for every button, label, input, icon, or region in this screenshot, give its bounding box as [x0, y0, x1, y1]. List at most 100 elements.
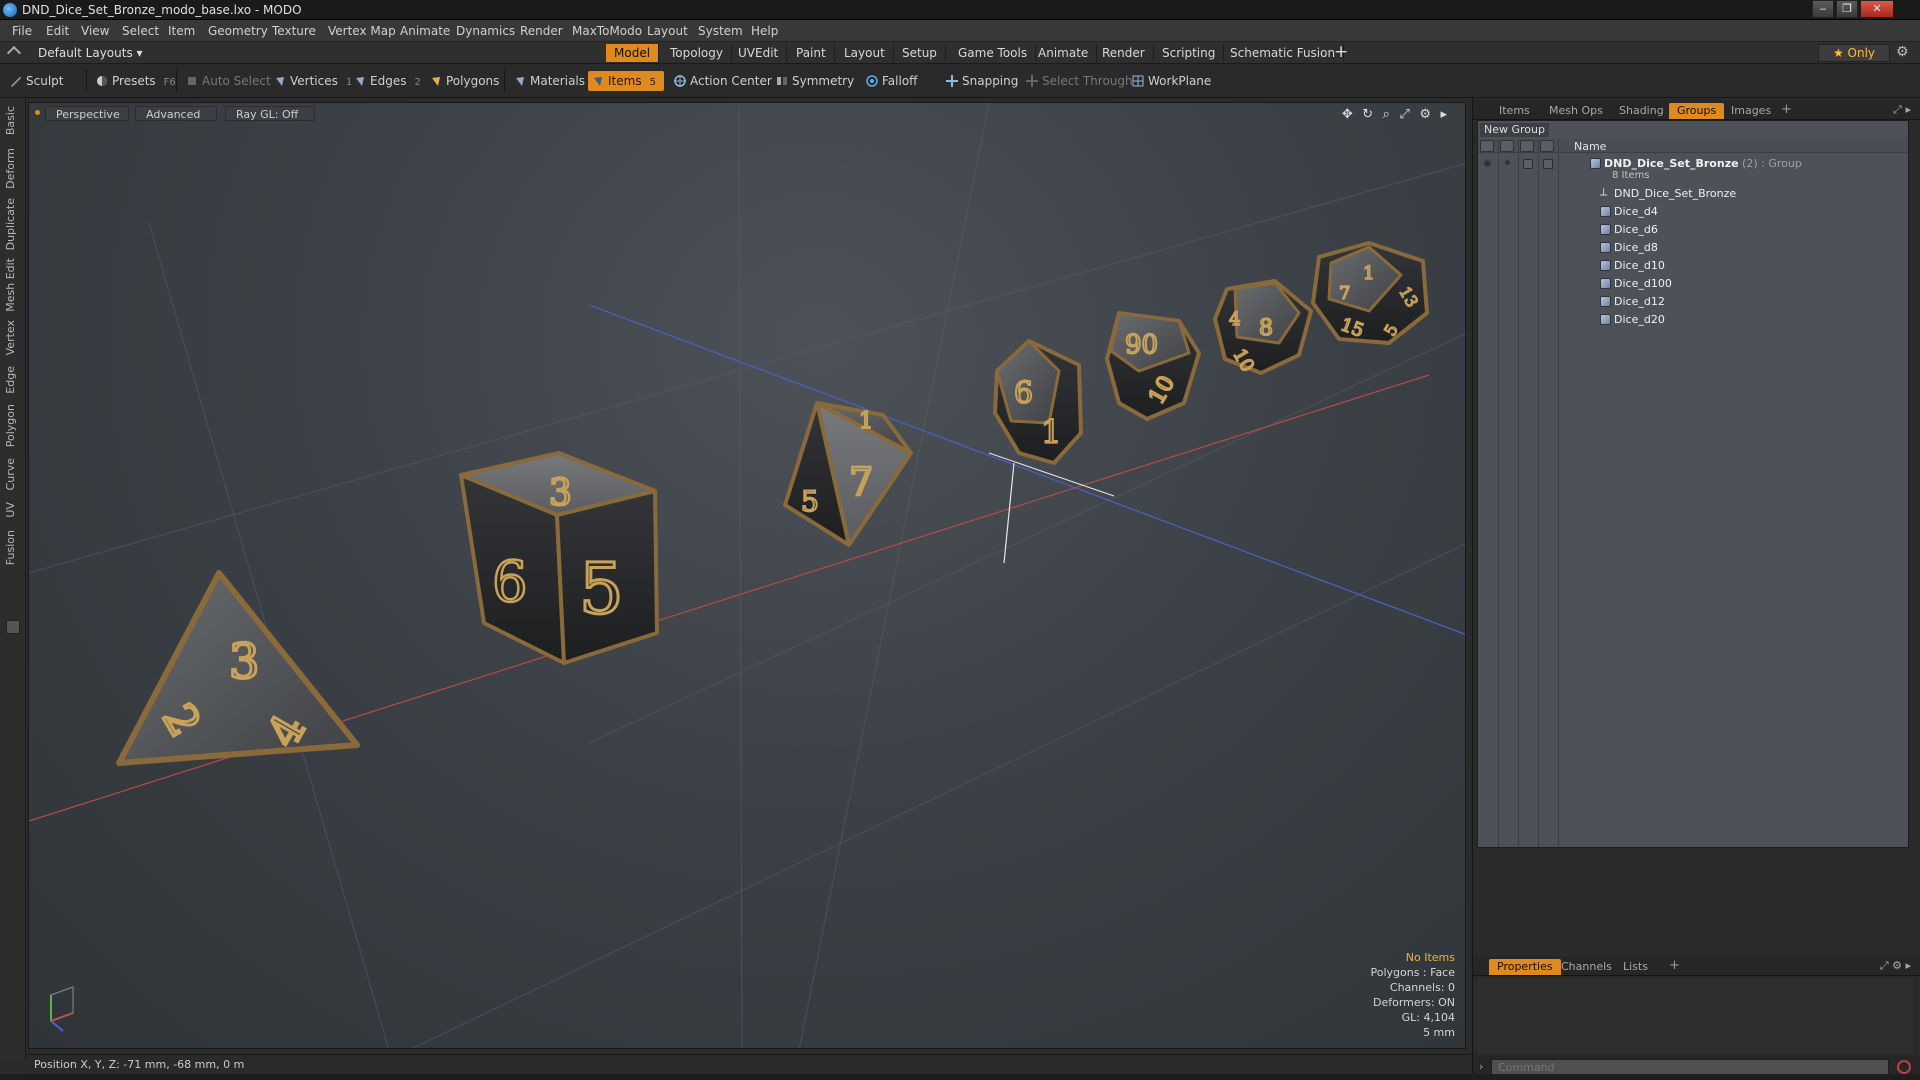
- tab-layout[interactable]: Layout: [836, 44, 894, 62]
- tree-row[interactable]: Dice_d8: [1478, 239, 1908, 257]
- only-button[interactable]: ★ Only: [1818, 44, 1890, 62]
- menu-geometry[interactable]: Geometry: [208, 24, 268, 38]
- tab-properties[interactable]: Properties: [1489, 959, 1561, 975]
- tree-row[interactable]: Dice_d20: [1478, 311, 1908, 329]
- tab-images[interactable]: Images: [1723, 103, 1779, 119]
- left-tab-deform[interactable]: Deform: [4, 148, 22, 189]
- left-tab-vertex[interactable]: Vertex: [4, 320, 22, 355]
- menu-view[interactable]: View: [81, 24, 109, 38]
- lock-header-icon[interactable]: [1520, 140, 1534, 152]
- select-through-button[interactable]: Select Through: [1022, 71, 1139, 91]
- left-tab-curve[interactable]: Curve: [4, 458, 22, 490]
- add-panel-tab-icon[interactable]: +: [1781, 102, 1792, 117]
- tree-row[interactable]: DND_Dice_Set_Bronze: [1478, 185, 1908, 203]
- menu-maxtomodo[interactable]: MaxToModo: [572, 24, 642, 38]
- tab-uvedit[interactable]: UVEdit: [730, 44, 788, 62]
- workplane-button[interactable]: WorkPlane: [1128, 71, 1217, 91]
- menu-animate[interactable]: Animate: [400, 24, 450, 38]
- tab-channels[interactable]: Channels: [1553, 959, 1620, 975]
- tab-game-tools[interactable]: Game Tools: [950, 44, 1037, 62]
- add-bottom-tab-icon[interactable]: +: [1669, 958, 1680, 973]
- viewport-menu-dot[interactable]: [35, 110, 40, 115]
- sculpt-button[interactable]: Sculpt: [6, 71, 69, 91]
- items-button[interactable]: Items 5: [588, 71, 664, 91]
- expand-panel-icon[interactable]: ⤢ ▸: [1893, 103, 1911, 117]
- zoom-icon[interactable]: ⌕: [1383, 107, 1390, 122]
- maximize-button[interactable]: ❐: [1836, 0, 1858, 18]
- vertices-button[interactable]: Vertices 1: [270, 71, 358, 91]
- gear-icon[interactable]: ⚙: [1896, 44, 1909, 60]
- menu-select[interactable]: Select: [122, 24, 159, 38]
- left-tab-uv[interactable]: UV: [4, 502, 22, 518]
- menu-edit[interactable]: Edit: [46, 24, 69, 38]
- menu-dynamics[interactable]: Dynamics: [456, 24, 515, 38]
- render-header-icon[interactable]: [1500, 140, 1514, 152]
- layout-arrow-icon[interactable]: [6, 45, 22, 61]
- settings-icon[interactable]: ⚙: [1419, 107, 1431, 122]
- left-tab-edge[interactable]: Edge: [4, 366, 22, 394]
- tree-row[interactable]: Dice_d100: [1478, 275, 1908, 293]
- auto-select-button[interactable]: Auto Select: [182, 71, 277, 91]
- dice-d12[interactable]: 4 8 10: [1213, 279, 1313, 376]
- menu-system[interactable]: System: [698, 24, 743, 38]
- tab-paint[interactable]: Paint: [788, 44, 835, 62]
- pan-icon[interactable]: ✥: [1342, 107, 1353, 122]
- menu-item[interactable]: Item: [168, 24, 195, 38]
- edges-button[interactable]: Edges 2: [350, 71, 427, 91]
- render-toggle-icon[interactable]: [1505, 160, 1510, 165]
- left-tab-polygon[interactable]: Polygon: [4, 404, 22, 447]
- add-tab-icon[interactable]: +: [1334, 42, 1348, 62]
- dice-d10[interactable]: 6 1: [993, 339, 1083, 465]
- expand-arrow-icon[interactable]: ▸: [1440, 107, 1447, 122]
- dice-d4[interactable]: 3 2 4: [116, 570, 360, 766]
- menu-texture[interactable]: Texture: [272, 24, 316, 38]
- tab-groups[interactable]: Groups: [1669, 103, 1725, 119]
- menu-file[interactable]: File: [12, 24, 32, 38]
- tab-scripting[interactable]: Scripting: [1154, 44, 1225, 62]
- record-icon[interactable]: [1897, 1060, 1911, 1074]
- tree-row[interactable]: Dice_d12: [1478, 293, 1908, 311]
- default-layouts-dropdown[interactable]: Default Layouts ▾: [38, 46, 143, 60]
- rotate-icon[interactable]: ↻: [1362, 107, 1373, 122]
- action-center-button[interactable]: Action Center: [670, 71, 778, 91]
- menu-layout[interactable]: Layout: [647, 24, 688, 38]
- materials-button[interactable]: Materials: [510, 71, 591, 91]
- left-tab-duplicate[interactable]: Duplicate: [4, 198, 22, 250]
- tab-setup[interactable]: Setup: [894, 44, 946, 62]
- left-tab-basic[interactable]: Basic: [4, 106, 22, 135]
- tab-shading[interactable]: Shading: [1611, 103, 1672, 119]
- close-button[interactable]: ✕: [1860, 0, 1894, 18]
- menu-help[interactable]: Help: [751, 24, 778, 38]
- tab-schematic-fusion[interactable]: Schematic Fusion: [1222, 44, 1345, 62]
- presets-button[interactable]: Presets F6: [92, 71, 182, 91]
- left-panel-toggle[interactable]: [6, 620, 20, 634]
- name-column-header[interactable]: Name: [1574, 140, 1606, 153]
- minimize-button[interactable]: ‒: [1812, 0, 1834, 18]
- tree-row[interactable]: Dice_d6: [1478, 221, 1908, 239]
- 3d-viewport[interactable]: 3 2 4 3 6 5 1 7 5 6 1 90 10 4 8 10 1 7 1…: [28, 102, 1466, 1049]
- dice-d6[interactable]: 3 6 5: [459, 451, 659, 665]
- raygl-toggle[interactable]: Ray GL: Off: [225, 106, 315, 121]
- tab-topology[interactable]: Topology: [662, 44, 732, 62]
- shading-dropdown[interactable]: Advanced: [135, 106, 217, 121]
- tree-row[interactable]: Dice_d4: [1478, 203, 1908, 221]
- tab-items[interactable]: Items: [1491, 103, 1538, 119]
- viewport-scene[interactable]: 3 2 4 3 6 5 1 7 5 6 1 90 10 4 8 10 1 7 1…: [29, 103, 1466, 1049]
- tab-model[interactable]: Model: [606, 44, 660, 62]
- left-tab-fusion[interactable]: Fusion: [4, 530, 22, 565]
- select-header-icon[interactable]: [1540, 140, 1554, 152]
- expand-bottom-panel-icon[interactable]: ⤢ ⚙ ▸: [1880, 959, 1911, 973]
- polygons-button[interactable]: Polygons: [426, 71, 505, 91]
- dice-d8[interactable]: 1 7 5: [783, 401, 913, 547]
- tab-render[interactable]: Render: [1094, 44, 1154, 62]
- tree-row[interactable]: Dice_d10: [1478, 257, 1908, 275]
- left-tab-mesh-edit[interactable]: Mesh Edit: [4, 258, 22, 312]
- command-input[interactable]: [1491, 1059, 1889, 1075]
- menu-render[interactable]: Render: [520, 24, 563, 38]
- new-group-button[interactable]: New Group: [1480, 123, 1549, 137]
- menu-vertex-map[interactable]: Vertex Map: [328, 24, 396, 38]
- symmetry-button[interactable]: Symmetry: [772, 71, 860, 91]
- dice-d20[interactable]: 1 7 13 15 5: [1311, 241, 1429, 345]
- tab-lists[interactable]: Lists: [1615, 959, 1656, 975]
- fit-icon[interactable]: ⤢: [1399, 107, 1409, 122]
